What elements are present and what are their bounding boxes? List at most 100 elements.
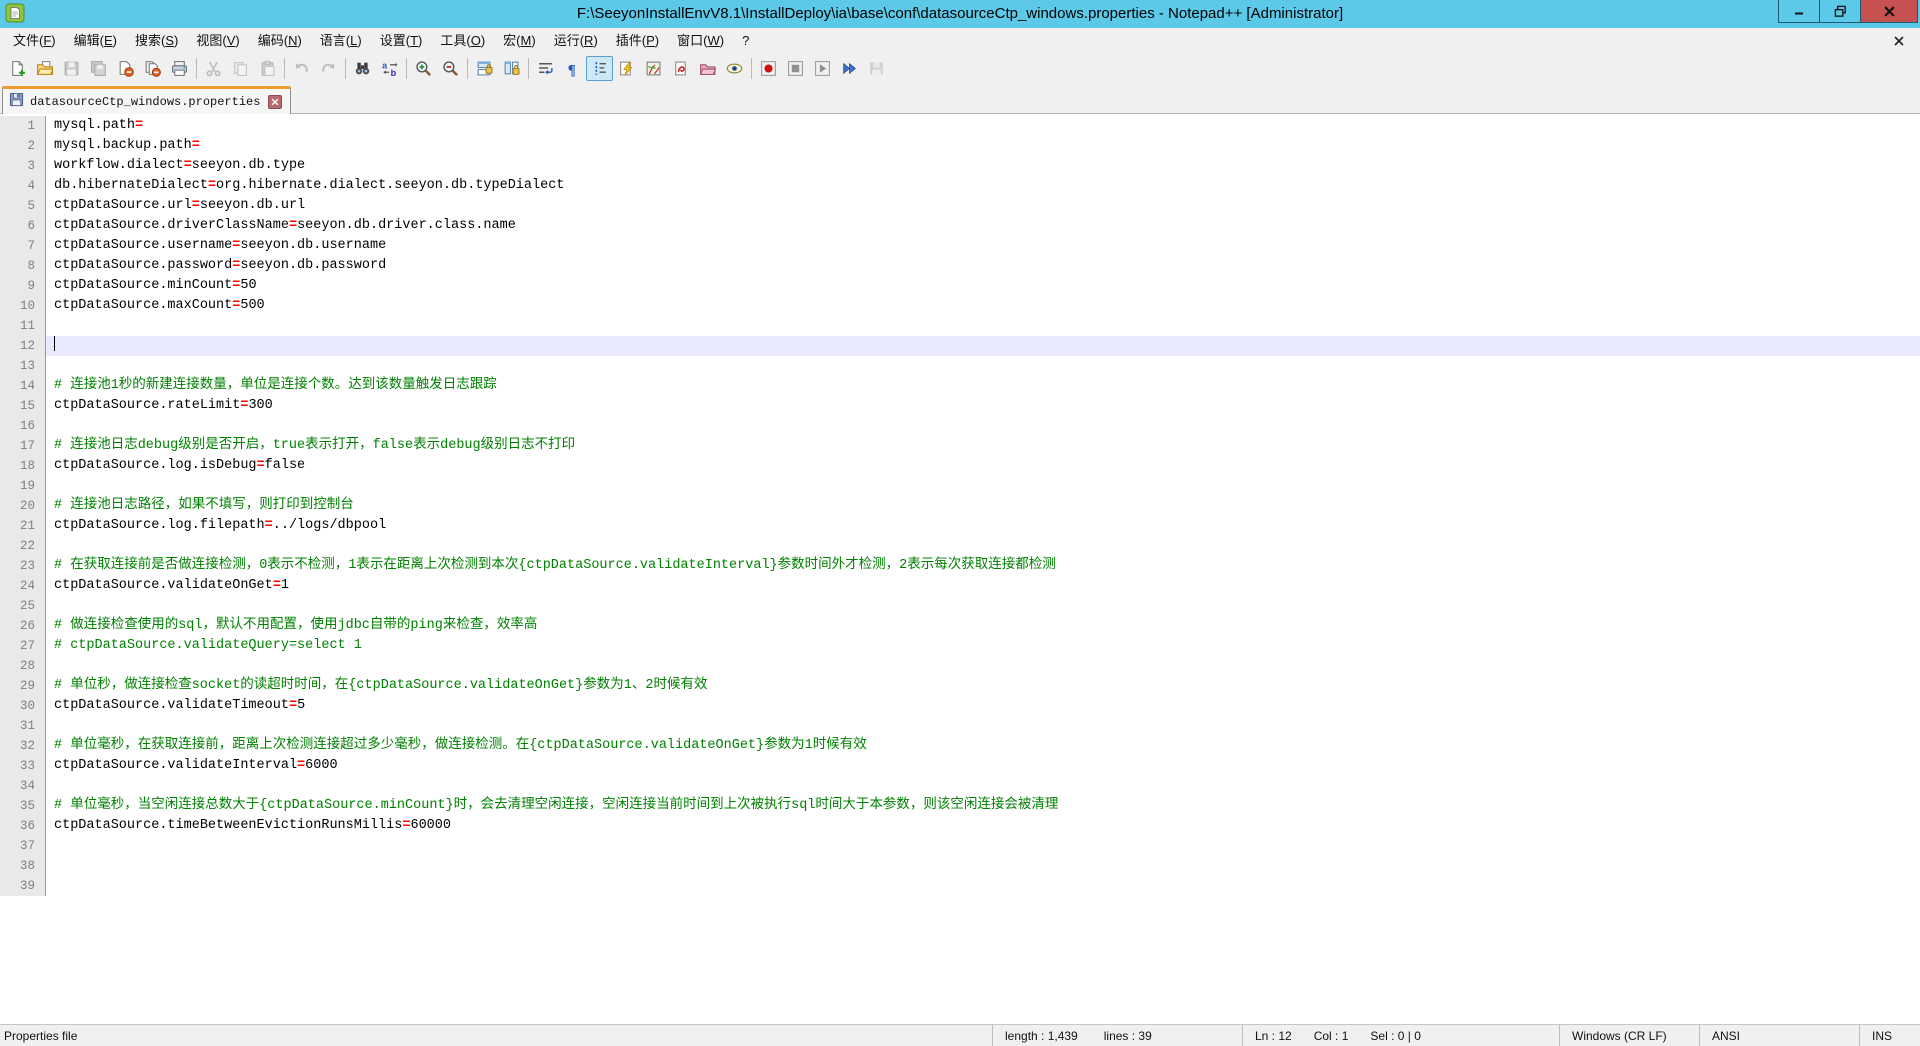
editor-line[interactable]: 27# ctpDataSource.validateQuery=select 1 [0,636,1920,656]
menu-item-search[interactable]: 搜索(S) [126,30,187,52]
line-number[interactable]: 17 [0,436,46,456]
editor-line[interactable]: 30ctpDataSource.validateTimeout=5 [0,696,1920,716]
editor-line[interactable]: 34 [0,776,1920,796]
editor-line[interactable]: 32# 单位毫秒，在获取连接前，距离上次检测连接超过多少毫秒，做连接检测。在{c… [0,736,1920,756]
zoom-in-button[interactable] [410,56,437,81]
folder-as-workspace-button[interactable] [694,56,721,81]
editor-line[interactable]: 12 [0,336,1920,356]
sync-horizontal-scroll-button[interactable] [498,56,525,81]
line-number[interactable]: 13 [0,356,46,376]
line-number[interactable]: 8 [0,256,46,276]
menu-item-encoding[interactable]: 编码(N) [249,30,311,52]
menu-item-language[interactable]: 语言(L) [311,30,371,52]
editor-line[interactable]: 3workflow.dialect=seeyon.db.type [0,156,1920,176]
line-number[interactable]: 11 [0,316,46,336]
editor-line[interactable]: 8ctpDataSource.password=seeyon.db.passwo… [0,256,1920,276]
new-file-button[interactable] [4,56,31,81]
line-number[interactable]: 12 [0,336,46,356]
editor-line[interactable]: 5ctpDataSource.url=seeyon.db.url [0,196,1920,216]
line-number[interactable]: 6 [0,216,46,236]
line-number[interactable]: 35 [0,796,46,816]
document-map-button[interactable] [640,56,667,81]
open-file-button[interactable] [31,56,58,81]
line-number[interactable]: 30 [0,696,46,716]
line-number[interactable]: 39 [0,876,46,896]
editor-line[interactable]: 6ctpDataSource.driverClassName=seeyon.db… [0,216,1920,236]
line-number[interactable]: 37 [0,836,46,856]
line-number[interactable]: 28 [0,656,46,676]
tab-datasourceCtp-windows-properties[interactable]: datasourceCtp_windows.properties [2,86,291,114]
menu-item-file[interactable]: 文件(F) [4,30,65,52]
menu-item-settings[interactable]: 设置(T) [371,30,432,52]
line-number[interactable]: 1 [0,116,46,136]
editor-line[interactable]: 11 [0,316,1920,336]
editor-line[interactable]: 22 [0,536,1920,556]
line-number[interactable]: 19 [0,476,46,496]
editor-line[interactable]: 2mysql.backup.path= [0,136,1920,156]
menubar-close-icon[interactable] [1890,32,1908,50]
line-number[interactable]: 3 [0,156,46,176]
editor-line[interactable]: 26# 做连接检查使用的sql，默认不用配置，使用jdbc自带的ping来检查，… [0,616,1920,636]
line-number[interactable]: 15 [0,396,46,416]
editor-line[interactable]: 37 [0,836,1920,856]
editor-area[interactable]: 1mysql.path=2mysql.backup.path=3workflow… [0,114,1920,1024]
line-number[interactable]: 36 [0,816,46,836]
editor-line[interactable]: 18ctpDataSource.log.isDebug=false [0,456,1920,476]
editor-line[interactable]: 17# 连接池日志debug级别是否开启，true表示打开，false表示deb… [0,436,1920,456]
line-number[interactable]: 4 [0,176,46,196]
line-number[interactable]: 25 [0,596,46,616]
document-list-button[interactable] [667,56,694,81]
menu-item-view[interactable]: 视图(V) [187,30,248,52]
macro-run-multiple-button[interactable] [836,56,863,81]
line-number[interactable]: 21 [0,516,46,536]
line-number[interactable]: 29 [0,676,46,696]
sync-vertical-scroll-button[interactable] [471,56,498,81]
close-file-button[interactable] [112,56,139,81]
editor-line[interactable]: 23# 在获取连接前是否做连接检测，0表示不检测，1表示在距离上次检测到本次{c… [0,556,1920,576]
editor-line[interactable]: 1mysql.path= [0,116,1920,136]
editor-line[interactable]: 9ctpDataSource.minCount=50 [0,276,1920,296]
editor-line[interactable]: 33ctpDataSource.validateInterval=6000 [0,756,1920,776]
menu-item-plugins[interactable]: 插件(P) [607,30,668,52]
editor-line[interactable]: 36ctpDataSource.timeBetweenEvictionRunsM… [0,816,1920,836]
line-number[interactable]: 2 [0,136,46,156]
line-number[interactable]: 20 [0,496,46,516]
close-all-button[interactable] [139,56,166,81]
menu-item-window[interactable]: 窗口(W) [668,30,733,52]
editor-line[interactable]: 4db.hibernateDialect=org.hibernate.diale… [0,176,1920,196]
line-number[interactable]: 34 [0,776,46,796]
editor-line[interactable]: 19 [0,476,1920,496]
editor-line[interactable]: 29# 单位秒，做连接检查socket的读超时时间，在{ctpDataSourc… [0,676,1920,696]
line-number[interactable]: 26 [0,616,46,636]
editor-line[interactable]: 10ctpDataSource.maxCount=500 [0,296,1920,316]
editor-line[interactable]: 25 [0,596,1920,616]
editor-line[interactable]: 20# 连接池日志路径，如果不填写，则打印到控制台 [0,496,1920,516]
close-window-button[interactable] [1860,0,1918,23]
editor-line[interactable]: 31 [0,716,1920,736]
tab-close-icon[interactable] [268,95,282,109]
show-all-characters-button[interactable]: ¶ [559,56,586,81]
menu-item-help[interactable]: ? [733,30,758,52]
line-number[interactable]: 7 [0,236,46,256]
editor-line[interactable]: 21ctpDataSource.log.filepath=../logs/dbp… [0,516,1920,536]
restore-button[interactable] [1819,0,1861,23]
macro-record-button[interactable] [755,56,782,81]
line-number[interactable]: 38 [0,856,46,876]
editor-line[interactable]: 39 [0,876,1920,896]
line-number[interactable]: 9 [0,276,46,296]
function-list-button[interactable] [613,56,640,81]
zoom-out-button[interactable] [437,56,464,81]
editor-line[interactable]: 28 [0,656,1920,676]
monitoring-button[interactable] [721,56,748,81]
minimize-button[interactable] [1778,0,1820,23]
line-number[interactable]: 33 [0,756,46,776]
menu-item-tools[interactable]: 工具(O) [431,30,494,52]
line-number[interactable]: 5 [0,196,46,216]
line-number[interactable]: 22 [0,536,46,556]
line-number[interactable]: 32 [0,736,46,756]
menu-item-run[interactable]: 运行(R) [545,30,607,52]
line-number[interactable]: 14 [0,376,46,396]
macro-play-button[interactable] [809,56,836,81]
editor-line[interactable]: 13 [0,356,1920,376]
editor-line[interactable]: 16 [0,416,1920,436]
